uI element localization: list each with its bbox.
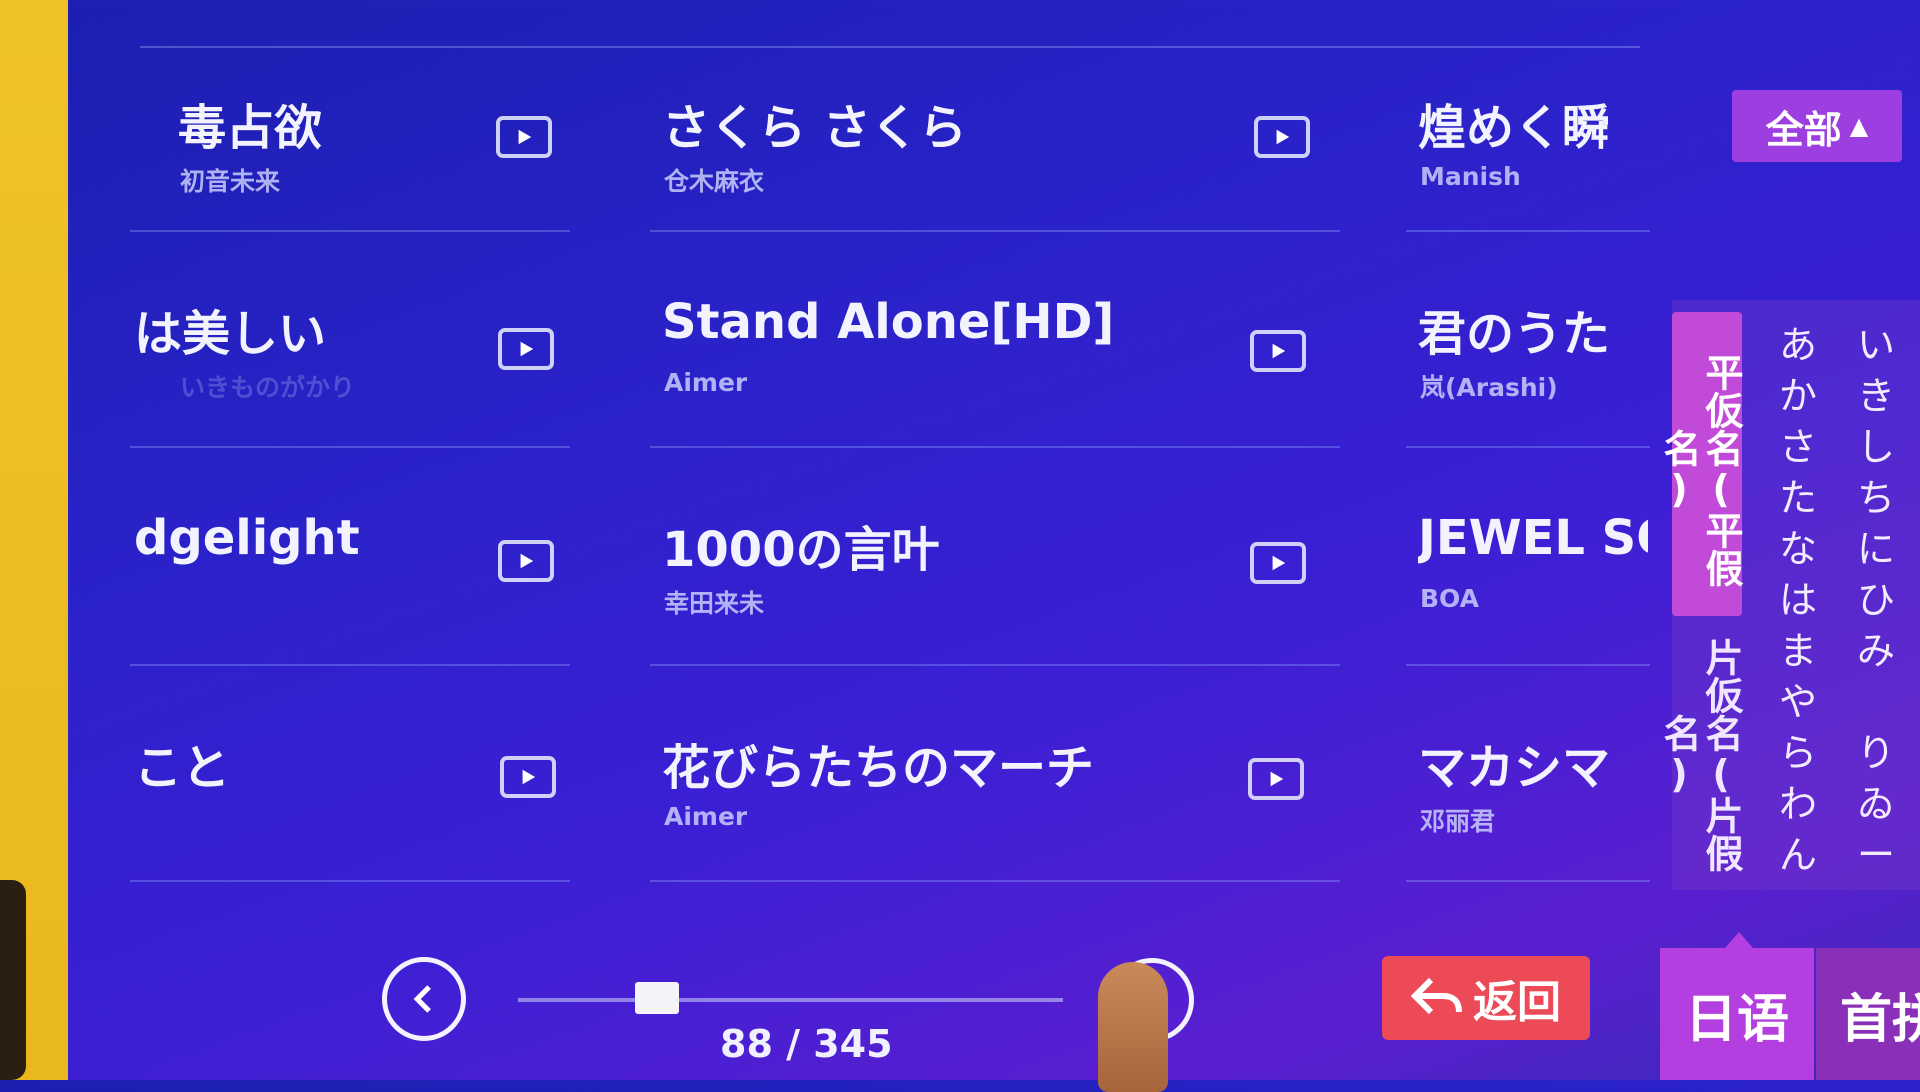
song-card[interactable]: JEWEL SO BOA [1406,482,1650,666]
kana-key[interactable]: あ [1768,320,1828,371]
song-card[interactable]: さくら さくら 仓木麻衣 [650,60,1340,232]
kana-key[interactable]: わ [1768,779,1828,830]
page-slider-track[interactable] [518,998,1063,1002]
song-title: dgelight [134,510,360,566]
play-icon[interactable] [498,540,554,582]
song-artist: いきものがかり [180,373,356,402]
kana-key[interactable]: ゐ [1846,779,1906,830]
top-divider [140,46,1640,48]
song-title: Stand Alone[HD] [662,294,1115,350]
play-icon[interactable] [1250,330,1306,372]
kana-key[interactable]: に [1846,524,1906,575]
song-title: 煌めく瞬 [1418,100,1611,156]
kana-key[interactable] [1846,677,1906,728]
song-artist: 仓木麻衣 [664,167,765,196]
bottom-bar [0,890,1920,1080]
song-artist: 幸田来未 [664,589,765,618]
kana-key[interactable]: さ [1768,422,1828,473]
kana-key[interactable]: し [1846,422,1906,473]
song-artist: 岚(Arashi) [1420,373,1558,402]
kana-key[interactable]: な [1768,524,1828,575]
kana-key[interactable]: い [1846,320,1906,371]
kana-column-i: いきしちにひみりゐー [1846,320,1906,881]
song-title: は美しい [134,306,327,362]
song-artist: 邓丽君 [1420,807,1496,836]
page-indicator: 88 / 345 [720,1022,893,1066]
song-artist: Aimer [664,802,748,831]
song-card[interactable]: 煌めく瞬 Manish [1406,60,1650,232]
play-icon[interactable] [500,756,556,798]
tab-katakana[interactable]: 片仮名(片假名) [1657,630,1743,880]
song-artist: BOA [1420,584,1479,613]
song-title: マカシマ [1418,740,1611,796]
song-card[interactable]: こと [130,700,570,882]
kana-key[interactable]: み [1846,626,1906,677]
kana-column-a: あかさたなはまやらわん [1768,320,1828,881]
song-card[interactable]: 1000の言叶 幸田来未 [650,482,1340,666]
kana-key[interactable]: は [1768,575,1828,626]
return-label: 返回 [1473,977,1561,1028]
page-slider-thumb[interactable] [634,982,679,1014]
prev-page-button[interactable] [382,957,466,1041]
kana-key[interactable]: き [1846,371,1906,422]
kana-key[interactable]: た [1768,473,1828,524]
kana-key[interactable]: ー [1846,830,1906,881]
kana-key[interactable]: ん [1768,830,1828,881]
song-title: 1000の言叶 [662,522,940,578]
song-artist: Aimer [664,368,748,397]
initial-pinyin-button[interactable]: 首拼 [1816,948,1920,1080]
song-card[interactable]: 毒占欲 初音未来 [130,60,570,232]
kana-key[interactable]: か [1768,371,1828,422]
song-card[interactable]: 花びらたちのマーチ Aimer [650,700,1340,882]
kana-key[interactable]: や [1768,677,1828,728]
song-title: 花びらたちのマーチ [662,740,1095,796]
tab-hiragana[interactable]: 平仮名(平假名) [1657,312,1743,616]
song-card[interactable]: dgelight [130,482,570,666]
filter-all-button[interactable]: 全部 ▲ [1732,90,1902,162]
song-title: さくら さくら [662,100,967,156]
caret-up-icon: ▲ [1849,112,1869,140]
song-title: JEWEL SO [1418,510,1648,566]
kana-key[interactable]: ひ [1846,575,1906,626]
play-icon[interactable] [1248,758,1304,800]
play-icon[interactable] [1250,542,1306,584]
return-button[interactable]: 返回 [1382,956,1590,1040]
song-artist: Manish [1420,162,1521,191]
kana-key[interactable]: ま [1768,626,1828,677]
song-card[interactable]: Stand Alone[HD] Aimer [650,266,1340,448]
song-card[interactable]: は美しい いきものがかり [130,266,570,448]
finger-obstruction [1098,962,1168,1092]
play-icon[interactable] [1254,116,1310,158]
play-icon[interactable] [496,116,552,158]
chevron-left-icon [413,985,431,1013]
song-grid: 毒占欲 初音未来 さくら さくら 仓木麻衣 煌めく瞬 Manish は美しい い… [130,60,1650,890]
song-title: こと [134,740,231,796]
song-card[interactable]: 君のうた 岚(Arashi) [1406,266,1650,448]
kana-key[interactable]: ら [1768,728,1828,779]
language-button[interactable]: 日语 [1660,932,1814,1080]
kana-key[interactable]: ち [1846,473,1906,524]
song-title: 毒占欲 [178,100,323,156]
song-title: 君のうた [1418,306,1611,362]
kana-key[interactable]: り [1846,728,1906,779]
song-card[interactable]: マカシマ 邓丽君 [1406,700,1650,882]
filter-label: 全部 [1765,107,1842,152]
play-icon[interactable] [498,328,554,370]
song-artist: 初音未来 [180,167,281,196]
return-arrow-icon [1411,977,1462,1015]
